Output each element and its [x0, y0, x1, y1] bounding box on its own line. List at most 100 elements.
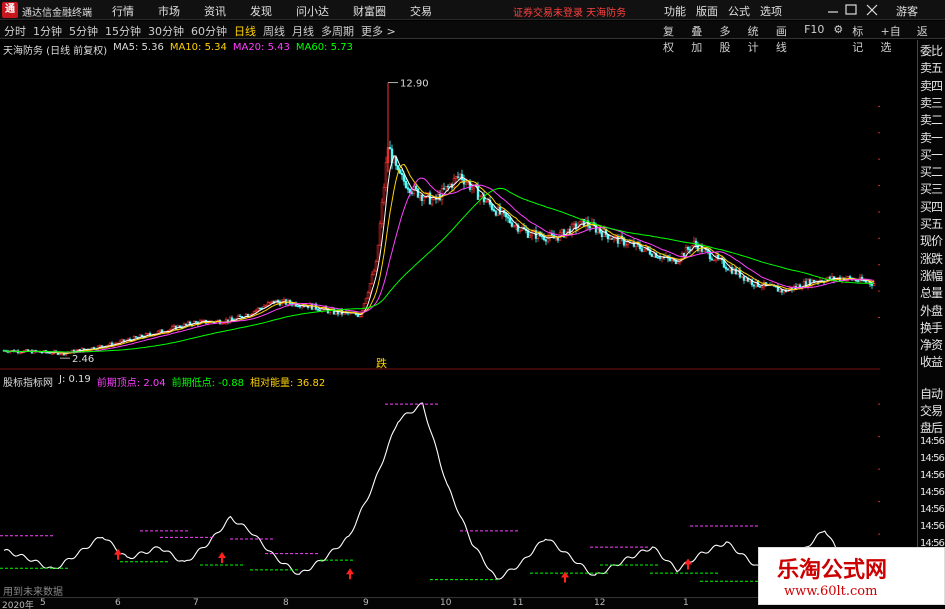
period-tab-5m[interactable]: 5分钟: [69, 23, 98, 39]
candle-body: [752, 284, 756, 287]
period-tab-month[interactable]: 月线: [292, 23, 314, 39]
trade-time-label: 自动: [920, 387, 943, 401]
period-tab-1m[interactable]: 1分钟: [33, 23, 62, 39]
candle-body: [540, 235, 544, 237]
candle-body: [378, 223, 382, 246]
maximize-icon[interactable]: [845, 4, 857, 15]
candle-body: [316, 308, 320, 311]
guest-label[interactable]: 游客: [896, 3, 918, 19]
menu-wealth[interactable]: 财富圈: [353, 3, 386, 19]
candle-body: [490, 204, 494, 210]
kline-chart[interactable]: 12.0011.0010.009.008.007.006.005.004.001…: [0, 40, 880, 370]
candle-body: [246, 314, 250, 317]
buy-arrow-icon: [346, 568, 354, 580]
period-tab-more[interactable]: 更多 >: [361, 23, 396, 39]
candle-body: [76, 349, 80, 351]
menu-markets[interactable]: 市场: [158, 3, 180, 19]
candle-body: [572, 223, 576, 225]
quote-label: 涨跌: [920, 251, 943, 266]
period-tab-30m[interactable]: 30分钟: [148, 23, 184, 39]
date-tick: 5: [40, 598, 46, 608]
candle-body: [610, 238, 614, 240]
candle-body: [194, 321, 198, 323]
candle-body: [264, 305, 268, 307]
period-tab-tick[interactable]: 分时: [4, 23, 26, 39]
candle-body: [742, 276, 746, 281]
candle-body: [380, 201, 384, 225]
quote-label: 卖四: [920, 78, 943, 93]
ma10-value: MA10: 5.34: [169, 42, 227, 53]
candle-body: [508, 217, 512, 223]
trade-time-label: 交易: [920, 404, 943, 418]
menu-discover[interactable]: 发现: [250, 3, 272, 19]
candle-body: [600, 231, 604, 237]
candle-body: [492, 209, 496, 212]
candle-body: [470, 187, 474, 190]
buy-arrow-icon: [684, 558, 692, 570]
candle-body: [758, 286, 762, 288]
trade-time-label: 盘后: [920, 421, 943, 435]
candle-body: [566, 228, 570, 233]
minimize-icon[interactable]: [825, 2, 841, 18]
menu-ask[interactable]: 问小达: [296, 3, 329, 19]
candle-body: [420, 194, 424, 202]
close-icon[interactable]: [866, 4, 878, 16]
candle-body: [458, 173, 462, 178]
trade-time-label: 14:56: [920, 453, 945, 464]
candle-body: [230, 317, 234, 321]
candle-body: [870, 283, 874, 286]
menu-market[interactable]: 行情: [112, 3, 134, 19]
candle-body: [738, 269, 742, 278]
candle-body: [744, 277, 748, 281]
peak-label: 12.90: [400, 79, 429, 90]
candle-body: [404, 180, 408, 189]
candle-body: [632, 241, 636, 247]
period-tab-day[interactable]: 日线: [234, 23, 256, 39]
menu-options[interactable]: 选项: [760, 3, 782, 19]
right-menu: 功能 版面 公式 选项: [664, 3, 792, 19]
indicator-chart[interactable]: 10.008.006.004.002.00: [0, 386, 880, 596]
candle-body: [614, 235, 618, 238]
date-tick: 10: [440, 598, 452, 608]
period-tab-15m[interactable]: 15分钟: [105, 23, 141, 39]
date-tick: 12: [594, 598, 606, 608]
menu-formula[interactable]: 公式: [728, 3, 750, 19]
watermark-title: 乐淘公式网: [777, 557, 888, 583]
candle-body: [602, 228, 606, 237]
period-tab-multi[interactable]: 多周期: [321, 23, 354, 39]
quote-label: 卖五: [920, 61, 943, 76]
candle-body: [494, 210, 498, 216]
candle-body: [422, 197, 426, 202]
candle-body: [402, 174, 406, 182]
menu-trade[interactable]: 交易: [410, 3, 432, 19]
candle-body: [298, 305, 302, 308]
period-tab-60m[interactable]: 60分钟: [191, 23, 227, 39]
menu-function[interactable]: 功能: [664, 3, 686, 19]
trade-time-label: 14:56: [920, 470, 945, 481]
candle-body: [864, 280, 868, 283]
quote-label: 买五: [920, 217, 943, 231]
quote-label: 卖三: [920, 95, 943, 110]
menu-layout[interactable]: 版面: [696, 3, 718, 19]
candle-body: [454, 176, 458, 179]
quote-label: 总量: [920, 286, 943, 301]
candle-body: [740, 276, 744, 278]
candle-body: [518, 229, 522, 232]
period-tab-week[interactable]: 周线: [263, 23, 285, 39]
candle-body: [464, 182, 468, 185]
main-info-bar: 天海防务 (日线 前复权) MA5: 5.36 MA10: 5.34 MA20:…: [3, 42, 359, 57]
candle-body: [442, 188, 446, 190]
candle-body: [760, 286, 764, 288]
trade-time-label: 14:56: [920, 436, 945, 447]
candle-body: [58, 353, 62, 356]
quote-label: 换手: [920, 320, 943, 335]
candle-body: [510, 222, 514, 227]
candle-body: [266, 302, 270, 306]
tool-add-favorite[interactable]: +自选: [881, 23, 908, 55]
menu-news[interactable]: 资讯: [204, 3, 226, 19]
candle-body: [872, 283, 876, 286]
candle-body: [258, 307, 262, 310]
ma5-line: [3, 155, 875, 355]
app-logo-icon: 通: [2, 2, 18, 18]
candle-body: [18, 352, 22, 354]
